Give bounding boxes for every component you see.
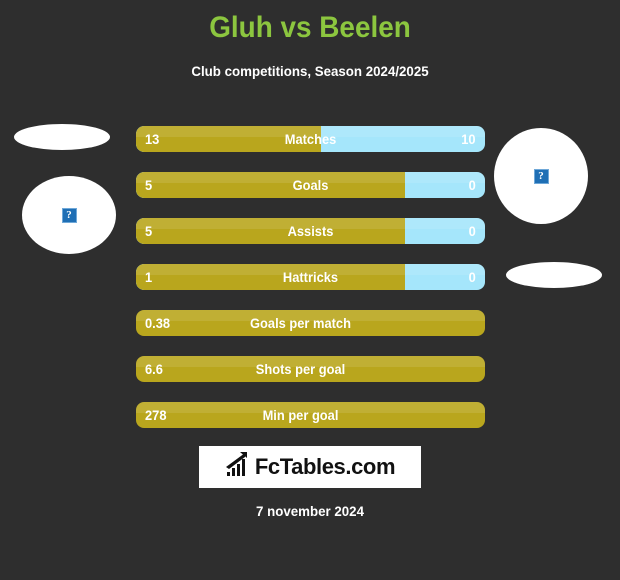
stat-label: Shots per goal [255, 361, 346, 377]
stat-label: Matches [284, 131, 337, 147]
stats-bar-list: 13 Matches 10 5 Goals 0 5 Assists 0 1 Ha… [136, 126, 485, 448]
stat-row-goals: 5 Goals 0 [136, 172, 485, 198]
stats-comparison-page: Gluh vs Beelen Club competitions, Season… [0, 0, 620, 580]
stat-label: Assists [287, 223, 334, 239]
logo-text: FcTables.com [254, 454, 396, 479]
away-player-photo-placeholder: ? [494, 128, 588, 224]
stat-label: Goals [292, 177, 329, 193]
away-value: 10 [461, 131, 476, 147]
stat-row-assists: 5 Assists 0 [136, 218, 485, 244]
home-team-logo-placeholder [14, 124, 110, 150]
page-subtitle: Club competitions, Season 2024/2025 [191, 63, 429, 79]
footer-date: 7 november 2024 [256, 503, 364, 519]
away-value: 0 [468, 177, 476, 193]
away-value: 0 [468, 269, 476, 285]
away-value: 0 [468, 223, 476, 239]
stat-row-min-per-goal: 278 Min per goal [136, 402, 485, 428]
stat-label: Min per goal [262, 407, 339, 423]
stat-row-hattricks: 1 Hattricks 0 [136, 264, 485, 290]
home-player-photo-placeholder: ? [22, 176, 116, 254]
page-title: Gluh vs Beelen [209, 11, 411, 44]
broken-image-icon: ? [533, 168, 549, 184]
stat-label: Hattricks [282, 269, 339, 285]
stat-row-goals-per-match: 0.38 Goals per match [136, 310, 485, 336]
stat-row-matches: 13 Matches 10 [136, 126, 485, 152]
broken-image-icon: ? [61, 207, 77, 223]
away-team-logo-placeholder [506, 262, 602, 288]
stat-row-shots-per-goal: 6.6 Shots per goal [136, 356, 485, 382]
stat-label: Goals per match [250, 315, 351, 331]
bar-chart-icon [225, 452, 252, 482]
fctables-logo[interactable]: FcTables.com [199, 446, 421, 488]
logo-inner: FcTables.com [225, 452, 396, 482]
